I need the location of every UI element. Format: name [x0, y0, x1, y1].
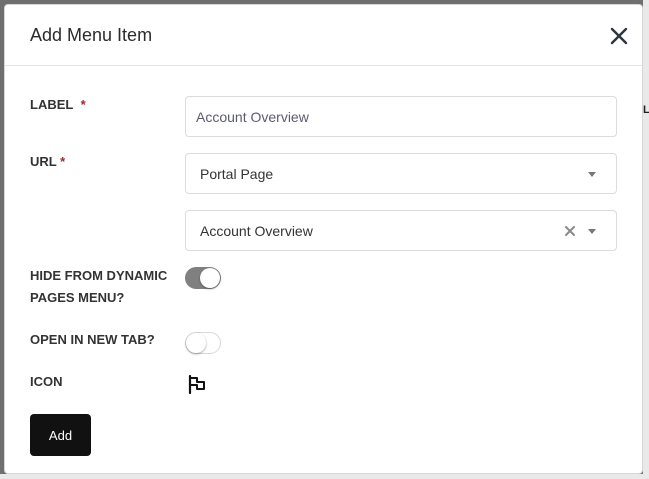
label-field-label: LABEL *	[30, 94, 86, 116]
add-button[interactable]: Add	[30, 414, 91, 456]
toggle-knob	[186, 333, 206, 353]
hide-from-menu-label-line2: PAGES MENU?	[30, 290, 125, 305]
dialog-header: Add Menu Item	[5, 5, 642, 66]
background-page-bottom	[0, 474, 649, 479]
portal-page-value: Account Overview	[200, 223, 313, 239]
icon-field-label: ICON	[30, 374, 63, 389]
url-field-text: URL	[30, 154, 57, 169]
open-new-tab-toggle[interactable]	[185, 332, 221, 354]
hide-from-menu-label-line1: HIDE FROM DYNAMIC	[30, 268, 168, 283]
hide-from-menu-label: HIDE FROM DYNAMIC PAGES MENU?	[30, 265, 167, 309]
chevron-down-icon	[588, 229, 596, 234]
background-partial-label: LABEL	[643, 104, 649, 116]
close-icon	[610, 27, 628, 45]
clear-icon[interactable]	[563, 224, 577, 238]
toggle-knob	[200, 268, 220, 288]
chevron-down-icon	[588, 172, 596, 177]
label-field-text: LABEL	[30, 97, 74, 112]
background-page-right	[643, 0, 649, 479]
required-marker: *	[80, 97, 86, 112]
url-type-value: Portal Page	[200, 166, 274, 182]
portal-page-select[interactable]: Account Overview	[185, 210, 617, 251]
add-menu-item-dialog: Add Menu Item LABEL * URL * Portal Page …	[4, 4, 643, 474]
dialog-title: Add Menu Item	[30, 25, 153, 45]
label-input[interactable]	[185, 96, 617, 137]
url-type-select[interactable]: Portal Page	[185, 153, 617, 194]
hide-from-menu-toggle[interactable]	[185, 267, 221, 289]
flag-icon	[188, 374, 205, 395]
url-field-label: URL *	[30, 151, 65, 173]
close-button[interactable]	[607, 24, 631, 48]
required-marker: *	[60, 154, 66, 169]
open-new-tab-label: OPEN IN NEW TAB?	[30, 332, 155, 347]
icon-picker[interactable]	[187, 374, 207, 395]
